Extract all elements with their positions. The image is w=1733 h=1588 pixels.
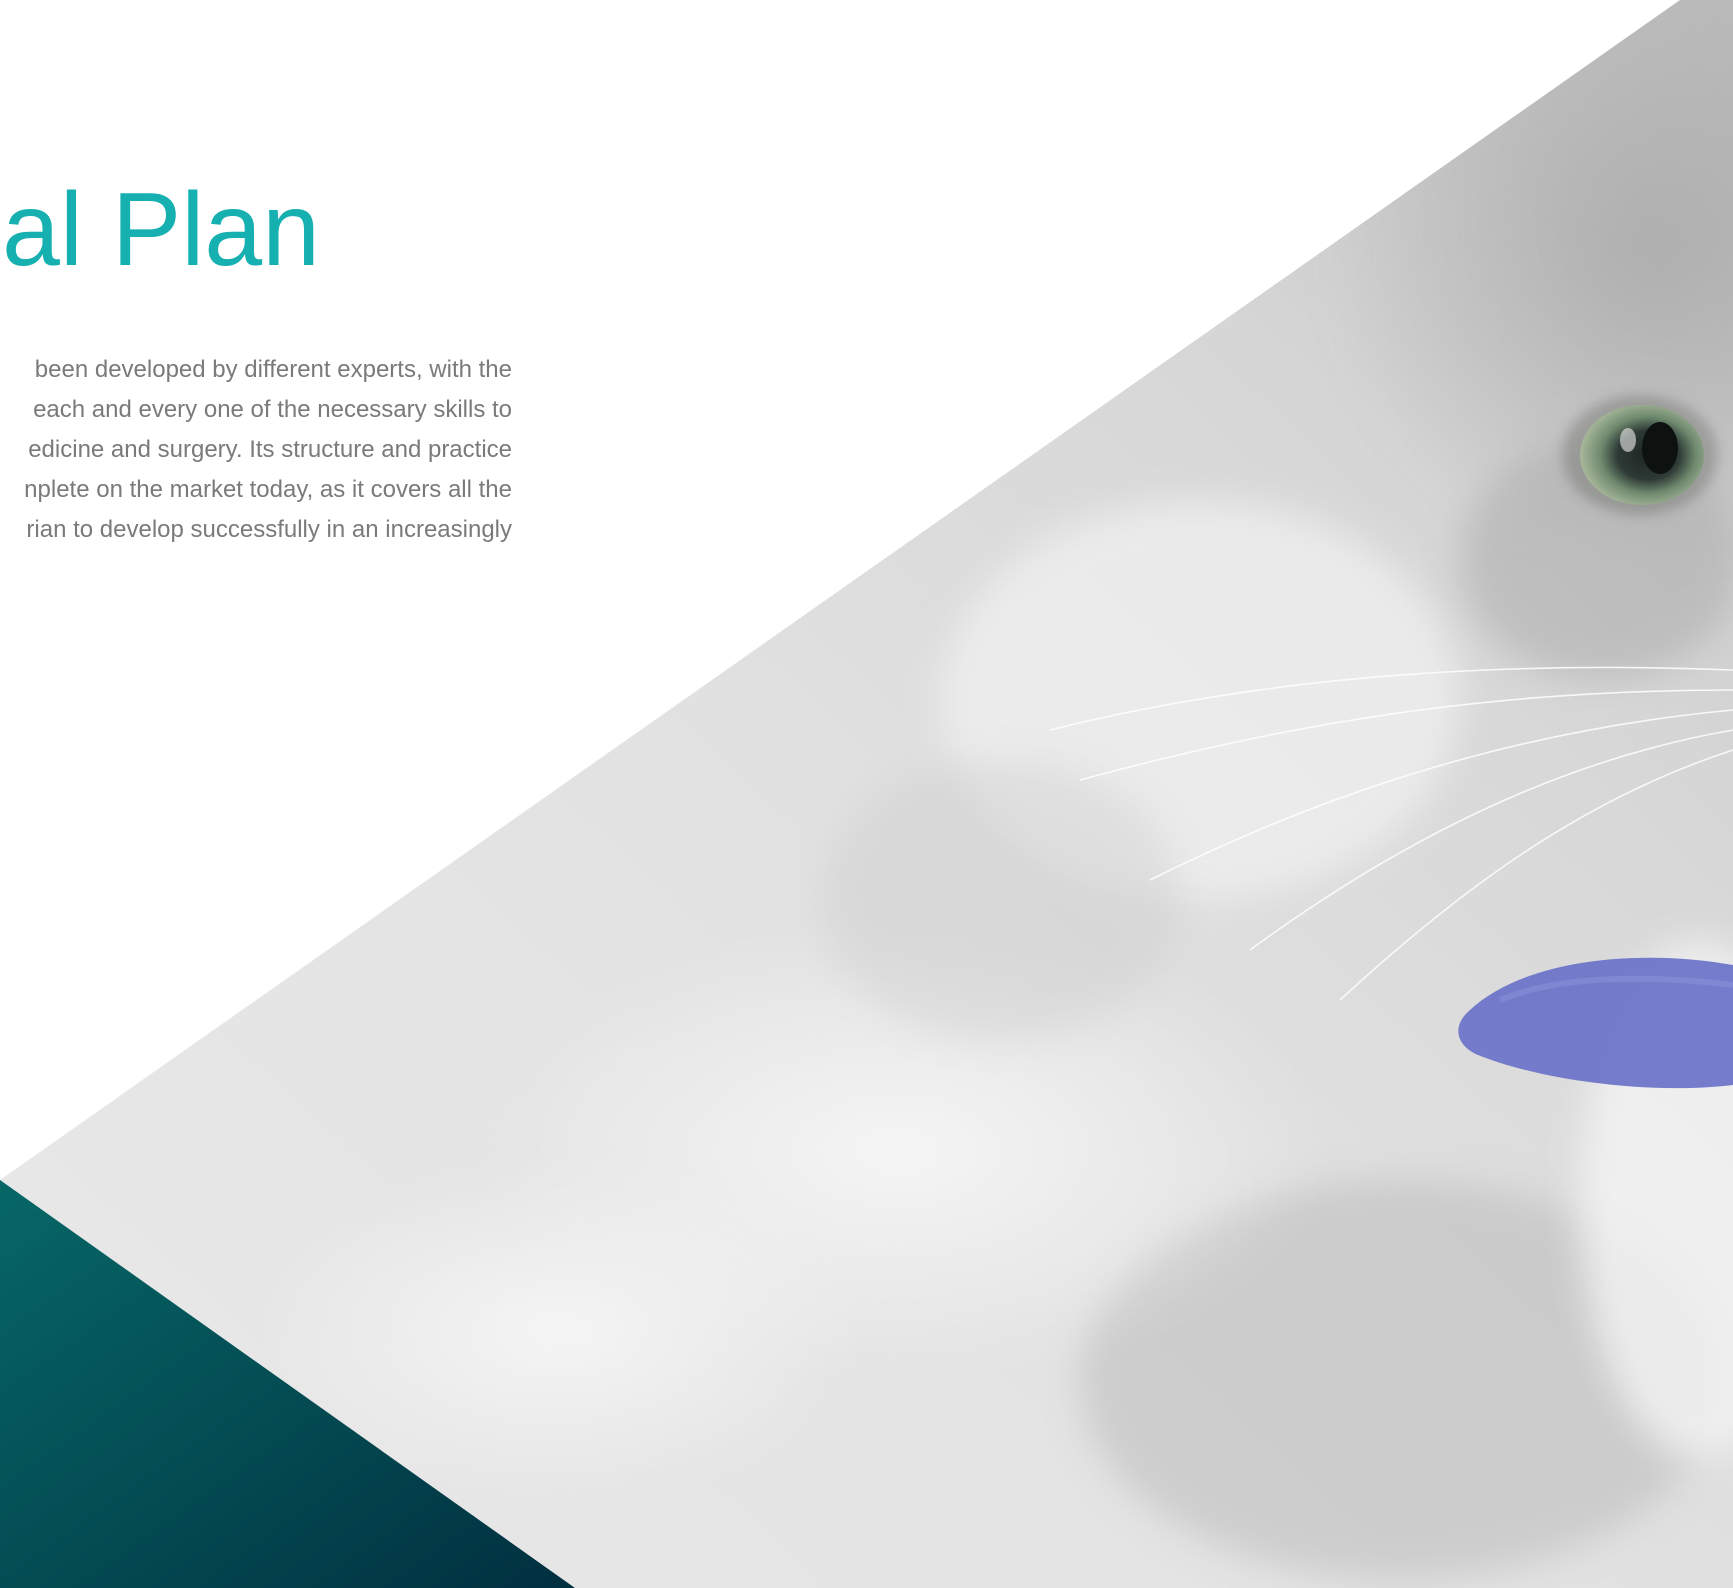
page-title: nal Plan [0, 172, 320, 288]
description-container: been developed by different experts, wit… [0, 350, 520, 550]
description-line: been developed by different experts, wit… [34, 356, 512, 383]
section-description: been developed by different experts, wit… [0, 350, 512, 550]
description-line: nplete on the market today, as it covers… [24, 476, 512, 503]
program-section: nal Plan been developed by different exp… [0, 0, 1733, 1588]
description-line: rian to develop successfully in an incre… [26, 516, 512, 543]
description-line: each and every one of the necessary skil… [33, 396, 512, 423]
description-line: edicine and surgery. Its structure and p… [28, 436, 512, 463]
title-container: nal Plan [0, 170, 330, 290]
